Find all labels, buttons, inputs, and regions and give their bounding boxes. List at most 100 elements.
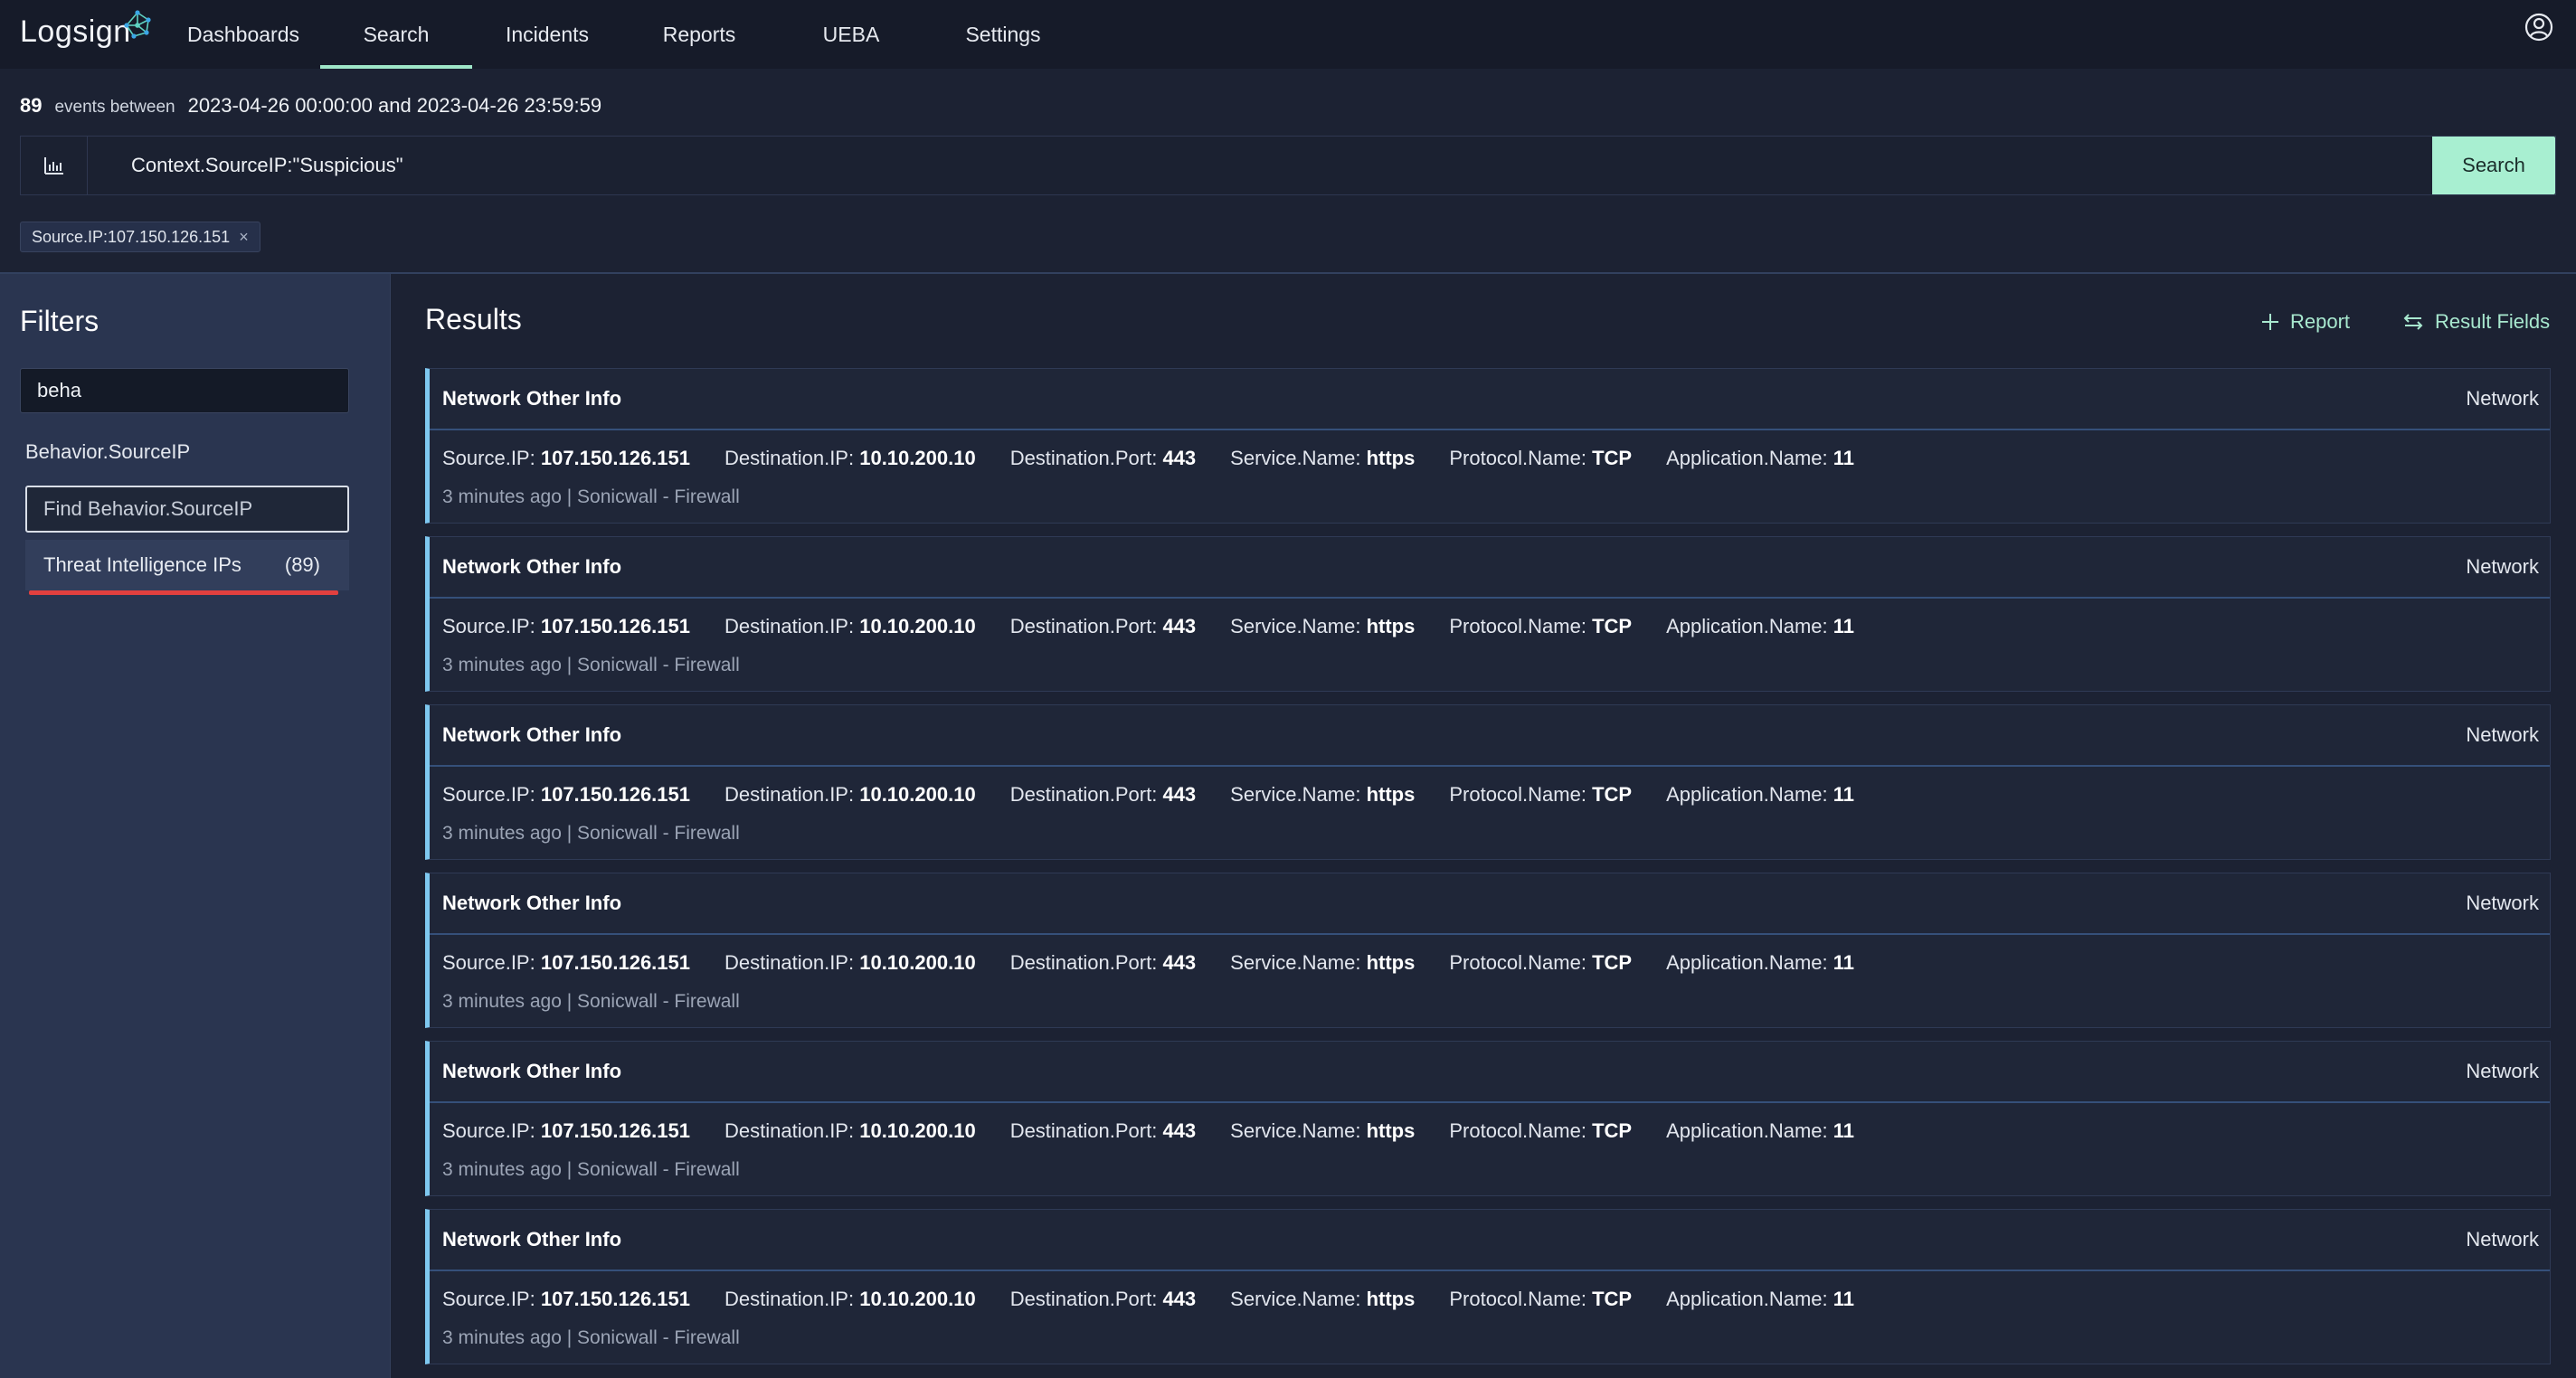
card-header: Network Other Info Network [430, 537, 2550, 599]
chip-remove-icon[interactable]: × [239, 228, 249, 247]
results-title: Results [425, 303, 522, 335]
logo-text: Logsign [20, 14, 131, 49]
card-header: Network Other Info Network [430, 369, 2550, 430]
result-fields-button[interactable]: Result Fields [2402, 304, 2550, 340]
field-destination-ip[interactable]: Destination.IP: 10.10.200.10 [724, 1288, 976, 1311]
card-header: Network Other Info Network [430, 1042, 2550, 1103]
card-meta: 3 minutes ago | Sonicwall - Firewall [442, 823, 740, 844]
field-destination-port[interactable]: Destination.Port: 443 [1010, 783, 1196, 807]
card-title: Network Other Info [442, 1060, 622, 1082]
card-title: Network Other Info [442, 1228, 622, 1251]
field-source-ip[interactable]: Source.IP: 107.150.126.151 [442, 1288, 690, 1311]
field-service-name[interactable]: Service.Name: https [1230, 1119, 1415, 1143]
field-service-name[interactable]: Service.Name: https [1230, 783, 1415, 807]
card-fields: Source.IP: 107.150.126.151 Destination.I… [430, 599, 2550, 655]
result-card[interactable]: Network Other Info Network Source.IP: 10… [425, 873, 2551, 1028]
field-service-name[interactable]: Service.Name: https [1230, 447, 1415, 470]
search-query-input[interactable] [88, 137, 2432, 194]
field-protocol-name[interactable]: Protocol.Name: TCP [1449, 447, 1632, 470]
card-category: Network [2466, 387, 2539, 410]
field-protocol-name[interactable]: Protocol.Name: TCP [1449, 783, 1632, 807]
logsign-logo[interactable]: Logsign [20, 9, 151, 54]
result-card[interactable]: Network Other Info Network Source.IP: 10… [425, 704, 2551, 860]
card-fields: Source.IP: 107.150.126.151 Destination.I… [430, 430, 2550, 486]
field-application-name[interactable]: Application.Name: 11 [1666, 447, 1854, 470]
field-application-name[interactable]: Application.Name: 11 [1666, 783, 1854, 807]
search-bar: Search [20, 136, 2556, 195]
field-source-ip[interactable]: Source.IP: 107.150.126.151 [442, 1119, 690, 1143]
facet-option[interactable]: Threat Intelligence IPs (89) [25, 540, 349, 590]
field-protocol-name[interactable]: Protocol.Name: TCP [1449, 1119, 1632, 1143]
result-fields-label: Result Fields [2435, 310, 2551, 333]
field-destination-ip[interactable]: Destination.IP: 10.10.200.10 [724, 951, 976, 975]
field-destination-port[interactable]: Destination.Port: 443 [1010, 615, 1196, 638]
card-meta: 3 minutes ago | Sonicwall - Firewall [442, 486, 740, 507]
facet-option-count: (89) [284, 553, 320, 576]
field-service-name[interactable]: Service.Name: https [1230, 951, 1415, 975]
field-source-ip[interactable]: Source.IP: 107.150.126.151 [442, 615, 690, 638]
card-category: Network [2466, 1060, 2539, 1082]
card-category: Network [2466, 1228, 2539, 1251]
field-application-name[interactable]: Application.Name: 11 [1666, 1288, 1854, 1311]
nav-reports[interactable]: Reports [644, 0, 754, 69]
bar-chart-icon [43, 157, 63, 175]
field-destination-ip[interactable]: Destination.IP: 10.10.200.10 [724, 447, 976, 470]
field-service-name[interactable]: Service.Name: https [1230, 1288, 1415, 1311]
card-title: Network Other Info [442, 555, 622, 578]
facet-option-label: Threat Intelligence IPs [43, 553, 242, 576]
field-destination-port[interactable]: Destination.Port: 443 [1010, 951, 1196, 975]
card-meta: 3 minutes ago | Sonicwall - Firewall [442, 655, 740, 675]
events-between-label: events between [54, 98, 175, 117]
field-source-ip[interactable]: Source.IP: 107.150.126.151 [442, 447, 690, 470]
field-destination-port[interactable]: Destination.Port: 443 [1010, 1288, 1196, 1311]
field-destination-ip[interactable]: Destination.IP: 10.10.200.10 [724, 615, 976, 638]
top-navigation-bar: Logsign Dashboards Search Incidents Repo… [0, 0, 2576, 69]
card-meta: 3 minutes ago | Sonicwall - Firewall [442, 991, 740, 1012]
result-card[interactable]: Network Other Info Network Source.IP: 10… [425, 536, 2551, 692]
user-circle-icon[interactable] [2524, 12, 2554, 42]
result-card[interactable]: Network Other Info Network Source.IP: 10… [425, 368, 2551, 524]
field-application-name[interactable]: Application.Name: 11 [1666, 951, 1854, 975]
field-source-ip[interactable]: Source.IP: 107.150.126.151 [442, 951, 690, 975]
facet-find-input[interactable] [25, 486, 349, 533]
field-application-name[interactable]: Application.Name: 11 [1666, 1119, 1854, 1143]
field-destination-port[interactable]: Destination.Port: 443 [1010, 447, 1196, 470]
card-header: Network Other Info Network [430, 873, 2550, 935]
card-header: Network Other Info Network [430, 705, 2550, 767]
report-button[interactable]: Report [2261, 304, 2350, 340]
nav-incidents[interactable]: Incidents [485, 0, 610, 69]
card-title: Network Other Info [442, 387, 622, 410]
nav-ueba[interactable]: UEBA [796, 0, 906, 69]
nav-dashboards[interactable]: Dashboards [177, 0, 309, 69]
field-protocol-name[interactable]: Protocol.Name: TCP [1449, 615, 1632, 638]
card-fields: Source.IP: 107.150.126.151 Destination.I… [430, 1271, 2550, 1327]
chip-label: Source.IP:107.150.126.151 [32, 227, 231, 246]
facet-title[interactable]: Behavior.SourceIP [25, 440, 190, 464]
histogram-toggle-button[interactable] [21, 137, 88, 194]
field-source-ip[interactable]: Source.IP: 107.150.126.151 [442, 783, 690, 807]
field-application-name[interactable]: Application.Name: 11 [1666, 615, 1854, 638]
field-destination-ip[interactable]: Destination.IP: 10.10.200.10 [724, 1119, 976, 1143]
field-destination-ip[interactable]: Destination.IP: 10.10.200.10 [724, 783, 976, 807]
field-protocol-name[interactable]: Protocol.Name: TCP [1449, 951, 1632, 975]
nav-settings[interactable]: Settings [950, 0, 1056, 69]
field-destination-port[interactable]: Destination.Port: 443 [1010, 1119, 1196, 1143]
card-title: Network Other Info [442, 892, 622, 914]
time-range[interactable]: 2023-04-26 00:00:00 and 2023-04-26 23:59… [188, 94, 602, 118]
result-card[interactable]: Network Other Info Network Source.IP: 10… [425, 1041, 2551, 1196]
active-filter-chip: Source.IP:107.150.126.151 × [20, 222, 260, 252]
card-header: Network Other Info Network [430, 1210, 2550, 1271]
event-count: 89 [20, 94, 43, 117]
card-fields: Source.IP: 107.150.126.151 Destination.I… [430, 767, 2550, 823]
report-label: Report [2290, 310, 2351, 333]
nav-search[interactable]: Search [320, 0, 472, 69]
filters-panel: Filters Behavior.SourceIP Threat Intelli… [0, 274, 391, 1378]
facet-option-underline [29, 590, 338, 595]
field-protocol-name[interactable]: Protocol.Name: TCP [1449, 1288, 1632, 1311]
field-service-name[interactable]: Service.Name: https [1230, 615, 1415, 638]
filter-search-input[interactable] [20, 368, 349, 413]
search-button[interactable]: Search [2432, 137, 2555, 194]
card-meta: 3 minutes ago | Sonicwall - Firewall [442, 1159, 740, 1180]
event-summary: 89 events between 2023-04-26 00:00:00 an… [20, 94, 601, 121]
result-card[interactable]: Network Other Info Network Source.IP: 10… [425, 1209, 2551, 1364]
